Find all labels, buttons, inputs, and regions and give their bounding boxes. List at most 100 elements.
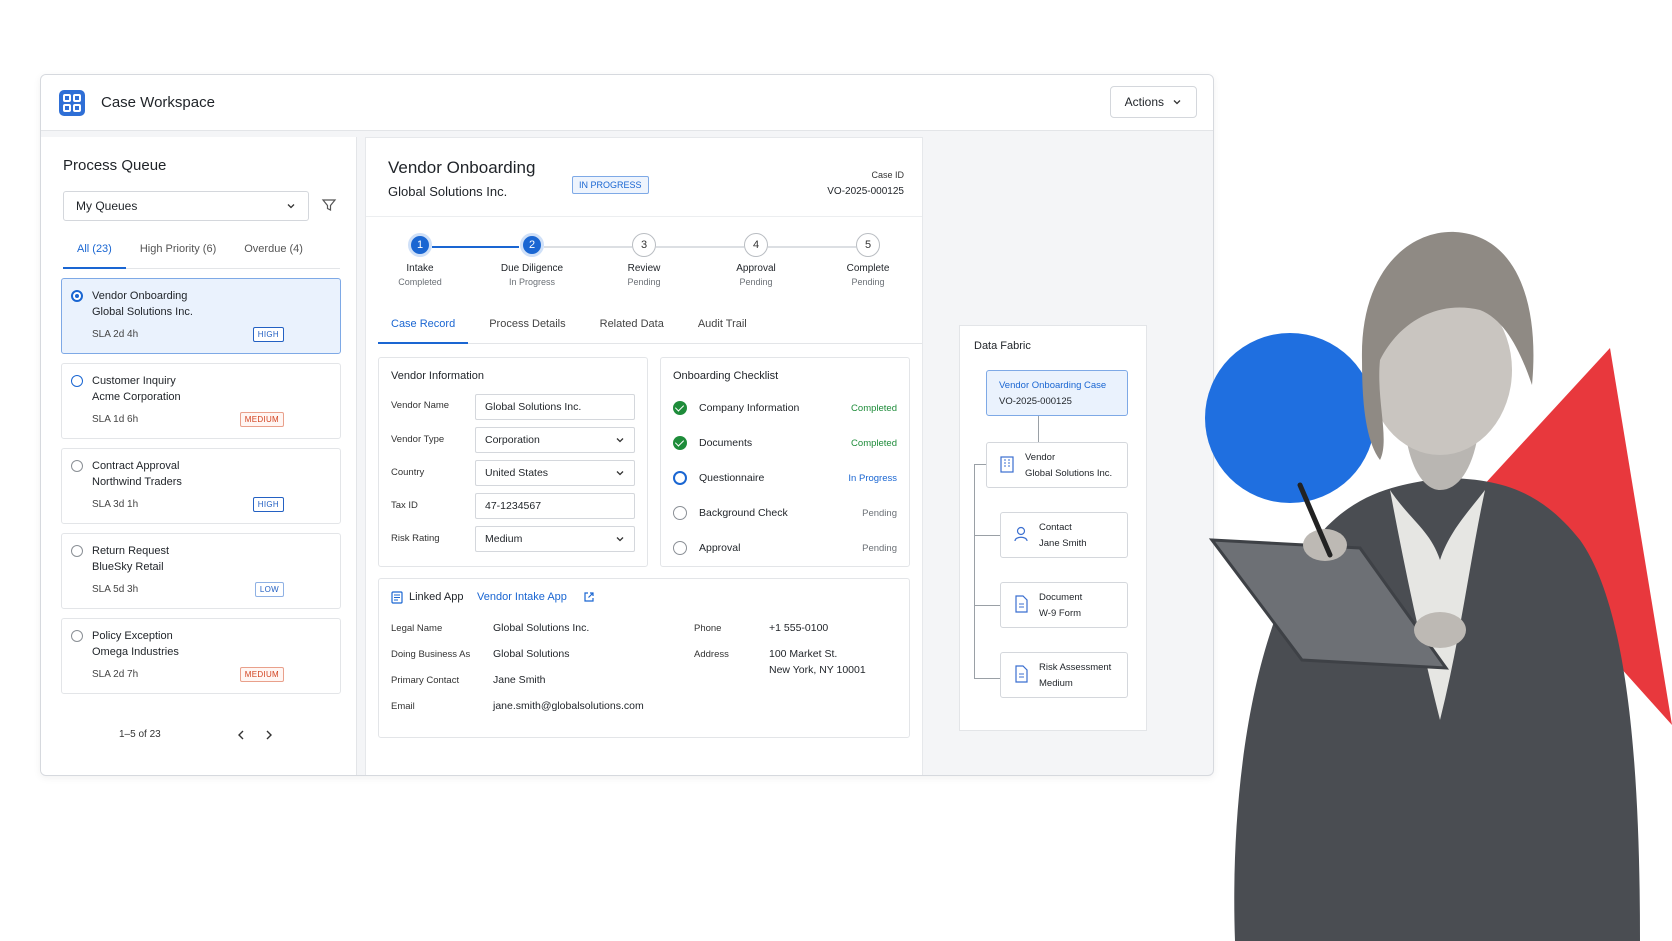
field-value: Global Solutions — [493, 648, 570, 660]
checklist-item[interactable]: Approval Pending — [673, 538, 897, 558]
actions-button[interactable]: Actions — [1109, 86, 1197, 118]
radio[interactable] — [71, 630, 83, 642]
queue-item-sla: SLA 2d 7h — [92, 669, 139, 680]
fabric-node-contact[interactable]: Contact Jane Smith — [1000, 512, 1128, 558]
step-approval[interactable]: 4 Approval Pending — [711, 233, 801, 287]
queue-item[interactable]: Policy Exception Omega Industries SLA 2d… — [61, 618, 341, 694]
field-value: 47-1234567 — [485, 500, 542, 512]
divider — [366, 216, 922, 217]
radio[interactable] — [71, 375, 83, 387]
priority-badge: LOW — [254, 582, 284, 597]
field-value: Global Solutions Inc. — [493, 622, 590, 634]
queue-item-sla: SLA 5d 3h — [92, 584, 139, 595]
field-label: Vendor Type — [391, 434, 445, 445]
tab-overdue[interactable]: Overdue (4) — [230, 237, 317, 269]
checklist-item-state: Pending — [862, 542, 897, 554]
checklist-item[interactable]: Company Information Completed — [673, 398, 897, 418]
connector-line — [974, 464, 975, 679]
field-label: Tax ID — [391, 500, 418, 511]
step-review[interactable]: 3 Review Pending — [599, 233, 689, 287]
empty-circle-icon — [673, 541, 687, 555]
phone-label: Phone — [694, 623, 722, 634]
field-value: United States — [485, 467, 549, 479]
step-intake[interactable]: 1 Intake Completed — [375, 233, 465, 287]
queue-item[interactable]: Customer Inquiry Acme Corporation SLA 1d… — [61, 363, 341, 439]
connector-line — [974, 678, 1000, 679]
chevron-down-icon — [287, 204, 295, 209]
fabric-node-document[interactable]: Document W-9 Form — [1000, 582, 1128, 628]
step-complete[interactable]: 5 Complete Pending — [823, 233, 913, 287]
card-title: Onboarding Checklist — [673, 370, 779, 382]
external-link-icon[interactable] — [583, 591, 595, 603]
checklist-item-name: Background Check — [699, 507, 788, 519]
chevron-down-icon — [1173, 100, 1181, 105]
tab-case-record[interactable]: Case Record — [378, 314, 469, 344]
vendor-type-select[interactable]: Corporation — [475, 427, 635, 453]
checklist-item[interactable]: Documents Completed — [673, 433, 897, 453]
radio-selected[interactable] — [71, 290, 83, 302]
node-title: Vendor — [1025, 452, 1056, 463]
risk-rating-select[interactable]: Medium — [475, 526, 635, 552]
filter-icon[interactable] — [321, 197, 337, 213]
app-form-icon — [391, 591, 403, 604]
fabric-node-vendor[interactable]: Vendor Global Solutions Inc. — [986, 442, 1128, 488]
process-stepper: 1 Intake Completed 2 Due Diligence In Pr… — [366, 233, 924, 303]
tax-id-field[interactable]: 47-1234567 — [475, 493, 635, 519]
tab-audit-trail[interactable]: Audit Trail — [685, 314, 760, 344]
step-due-diligence[interactable]: 2 Due Diligence In Progress — [487, 233, 577, 287]
radio[interactable] — [71, 460, 83, 472]
progress-circle-icon — [673, 471, 687, 485]
step-state: In Progress — [508, 277, 556, 287]
checklist-item[interactable]: Background Check Pending — [673, 503, 897, 523]
queue-item[interactable]: Return Request BlueSky Retail SLA 5d 3h … — [61, 533, 341, 609]
field-label: Legal Name — [391, 623, 443, 634]
step-number: 3 — [632, 233, 656, 257]
queue-item[interactable]: Contract Approval Northwind Traders SLA … — [61, 448, 341, 524]
tab-related-data[interactable]: Related Data — [587, 314, 677, 344]
field-value: Global Solutions Inc. — [485, 401, 582, 413]
field-label: Country — [391, 467, 425, 478]
linked-app-link[interactable]: Vendor Intake App — [477, 591, 567, 603]
address-label: Address — [694, 649, 729, 660]
fabric-node-risk-assessment[interactable]: Risk Assessment Medium — [1000, 652, 1128, 698]
tab-high-priority[interactable]: High Priority (6) — [126, 237, 230, 269]
queue-item[interactable]: Vendor Onboarding Global Solutions Inc. … — [61, 278, 341, 354]
decor-blue-circle — [1205, 333, 1375, 503]
queue-item-title: Customer Inquiry — [92, 375, 176, 387]
card-title: Vendor Information — [391, 370, 484, 382]
queue-item-subtitle: BlueSky Retail — [92, 561, 164, 573]
status-badge: IN PROGRESS — [572, 176, 649, 194]
building-icon — [1000, 456, 1014, 473]
queue-item-subtitle: Acme Corporation — [92, 391, 181, 403]
step-number: 5 — [856, 233, 880, 257]
field-label: Doing Business As — [391, 649, 471, 660]
queue-selector-value: My Queues — [76, 199, 138, 213]
check-circle-icon — [673, 436, 687, 450]
data-fabric-title: Data Fabric — [974, 340, 1031, 352]
chevron-left-icon[interactable] — [235, 729, 247, 741]
app-grid-icon — [59, 89, 85, 116]
step-state: Pending — [627, 277, 661, 287]
queue-item-sla: SLA 3d 1h — [92, 499, 139, 510]
queue-selector[interactable]: My Queues — [63, 191, 309, 221]
connector-line — [974, 605, 1000, 606]
connector-line — [1038, 416, 1039, 442]
vendor-name-field[interactable]: Global Solutions Inc. — [475, 394, 635, 420]
step-state: Completed — [398, 277, 442, 287]
checklist-item[interactable]: Questionnaire In Progress — [673, 468, 897, 488]
field-label: Email — [391, 701, 415, 712]
radio[interactable] — [71, 545, 83, 557]
step-name: Due Diligence — [500, 263, 564, 274]
linked-app-card: Linked App Vendor Intake App Legal Name … — [378, 578, 910, 738]
tab-process-details[interactable]: Process Details — [476, 314, 578, 344]
tab-all[interactable]: All (23) — [63, 237, 126, 269]
chevron-down-icon — [616, 438, 624, 443]
node-subtitle: Global Solutions Inc. — [1025, 468, 1113, 479]
chevron-right-icon[interactable] — [263, 729, 275, 741]
country-select[interactable]: United States — [475, 460, 635, 486]
empty-circle-icon — [673, 506, 687, 520]
node-subtitle: VO-2025-000125 — [999, 396, 1072, 407]
field-value: Corporation — [485, 434, 540, 446]
priority-badge: HIGH — [252, 327, 284, 342]
fabric-root-node[interactable]: Vendor Onboarding Case VO-2025-000125 — [986, 370, 1128, 416]
